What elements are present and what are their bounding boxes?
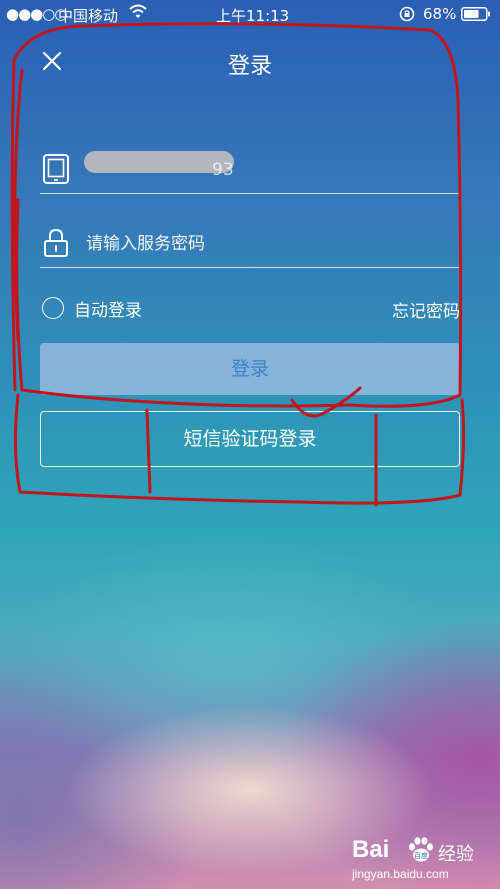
- password-field[interactable]: [40, 219, 460, 268]
- wifi-icon: [128, 3, 148, 25]
- page-title: 登录: [227, 54, 272, 79]
- carrier-name: 中国移动: [58, 7, 119, 25]
- watermark-url: jingyan.baidu.com: [352, 867, 449, 881]
- status-time: 上午11:13: [216, 7, 290, 25]
- forgot-password-link[interactable]: 忘记密码: [392, 297, 460, 322]
- phone-field[interactable]: 93: [40, 145, 460, 194]
- login-screen: ●●●○○ 中国移动 上午11:13 68% 登录 93 自动登录 忘记密码 登…: [0, 0, 500, 889]
- sms-login-button[interactable]: 短信验证码登录: [40, 411, 460, 467]
- phone-icon: [42, 153, 70, 185]
- battery-icon: [461, 7, 491, 25]
- auto-login-radio[interactable]: [42, 297, 64, 319]
- baidu-jingyan-watermark: Bai 百度 经验 jingyan.baidu.com: [352, 836, 492, 884]
- auto-login-label: 自动登录: [74, 300, 142, 321]
- phone-number-value: 93: [212, 160, 234, 180]
- password-input[interactable]: [84, 229, 448, 259]
- jingyan-brand: 经验: [438, 844, 474, 865]
- baidu-paw-text: 百度: [414, 851, 428, 860]
- baidu-logo-text: Bai: [352, 836, 390, 863]
- lock-icon: [42, 227, 70, 259]
- status-bar: ●●●○○ 中国移动 上午11:13 68%: [0, 0, 500, 28]
- battery-percent: 68%: [423, 5, 457, 23]
- auto-login-toggle[interactable]: 自动登录: [42, 295, 142, 321]
- rotation-lock-icon: [398, 5, 416, 27]
- login-button[interactable]: 登录: [40, 343, 460, 395]
- baidu-paw-icon: 百度: [406, 836, 436, 868]
